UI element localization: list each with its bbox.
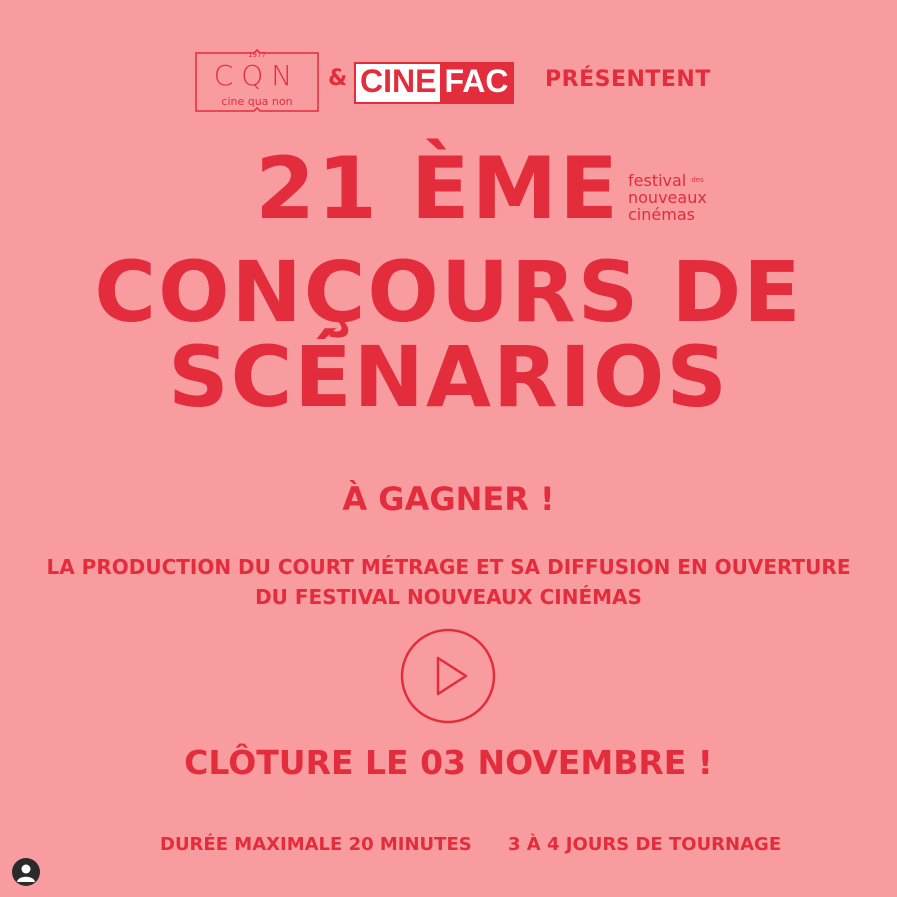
fnc-line3: cinémas	[628, 205, 695, 224]
contest-title-line2: SCÉNARIOS	[168, 328, 729, 426]
user-icon	[17, 864, 35, 882]
cinefac-logo: CINE FAC	[354, 62, 515, 104]
cinefac-part-fac: FAC	[440, 64, 513, 102]
prize-heading: À GAGNER !	[342, 480, 555, 518]
contest-title-line1: CONÇOURS DE	[94, 243, 803, 341]
ampersand: &	[328, 66, 348, 91]
cqn-letters: CQN	[213, 59, 301, 92]
shooting-days-text: 3 À 4 JOURS DE TOURNAGE	[508, 834, 782, 855]
prize-line2: DU FESTIVAL NOUVEAUX CINÉMAS	[255, 585, 642, 609]
deadline-text: CLÔTURE LE 03 NOVEMBRE !	[184, 743, 713, 782]
cqn-subtitle: cine qua non	[221, 95, 293, 108]
fnc-line2: nouveaux	[628, 188, 707, 207]
fnc-des: des	[691, 176, 704, 184]
festival-nouveaux-cinemas-logo: festival des nouveaux cinémas	[628, 172, 707, 223]
prize-line1: LA PRODUCTION DU COURT MÉTRAGE ET SA DIF…	[46, 555, 851, 579]
prize-description: LA PRODUCTION DU COURT MÉTRAGE ET SA DIF…	[0, 552, 897, 612]
avatar[interactable]	[12, 858, 40, 886]
cqn-logo: 1977 CQN cine qua non	[194, 49, 320, 113]
presenting-label: PRÉSENTENT	[545, 67, 711, 92]
cqn-year: 1977	[248, 51, 266, 59]
edition-title: 21 ÈME	[255, 139, 620, 239]
play-icon[interactable]	[400, 628, 496, 724]
cinefac-part-cine: CINE	[356, 64, 441, 102]
duration-text: DURÉE MAXIMALE 20 MINUTES	[160, 834, 472, 855]
